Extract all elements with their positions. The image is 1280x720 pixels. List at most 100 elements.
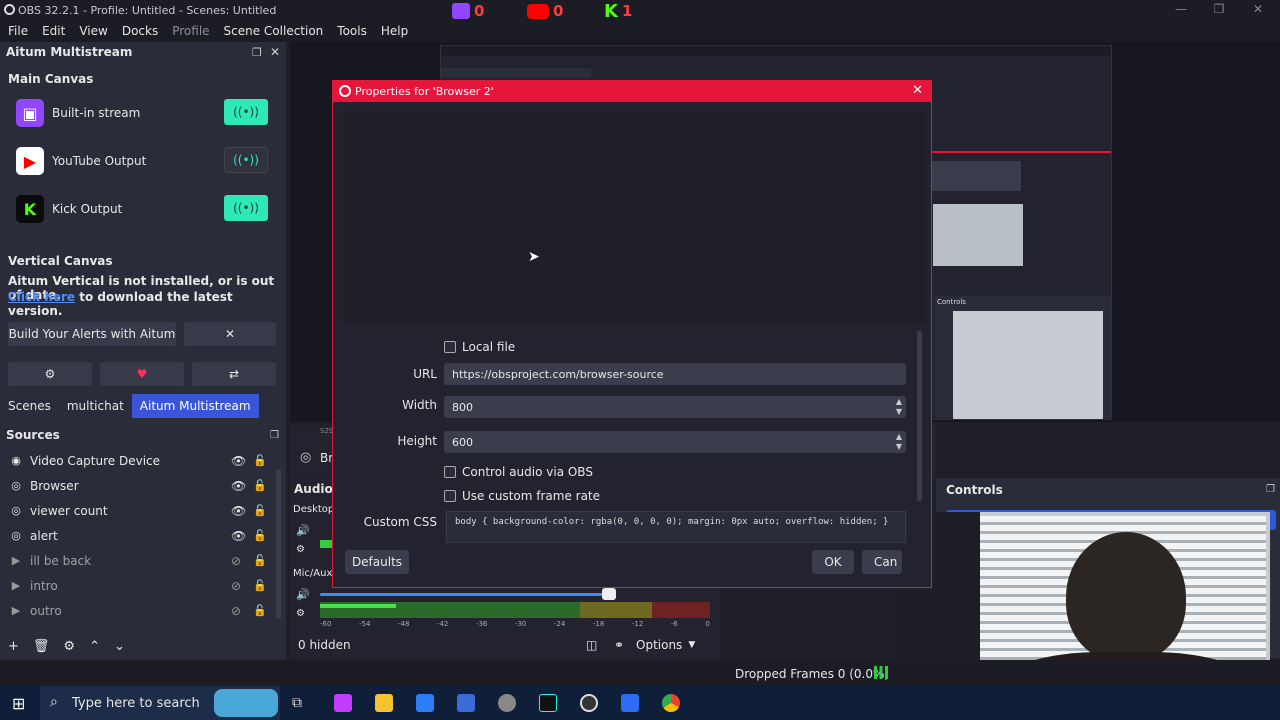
width-spinner[interactable]: ▲ ▼ [896,397,902,417]
move-down-icon[interactable]: ⌄ [114,639,125,654]
custom-frame-rate-checkbox[interactable]: Use custom frame rate [444,489,600,503]
share-button[interactable]: ⇄ [192,362,276,386]
menu-profile[interactable]: Profile [172,24,209,38]
source-name: outro [30,603,62,618]
height-spinner[interactable]: ▲ ▼ [896,432,902,452]
kick-output-toggle[interactable]: ((•)) [224,195,268,221]
dropped-frames: Dropped Frames 0 (0.0%) [735,667,890,681]
layout-icon[interactable]: ◫ [586,638,597,652]
control-audio-checkbox[interactable]: Control audio via OBS [444,465,593,479]
store-icon[interactable] [416,694,434,712]
source-item[interactable]: ▶ outro ⊘ 🔓 [0,598,280,623]
person-head [1066,532,1186,662]
windows-start-icon[interactable]: ⊞ [12,694,25,713]
local-file-checkbox[interactable]: Local file [444,340,515,354]
checkbox[interactable] [444,341,456,353]
url-input[interactable]: https://obsproject.com/browser-source [444,363,906,385]
close-icon[interactable]: ✕ [270,45,280,59]
tab-scenes[interactable]: Scenes [0,394,59,418]
move-up-icon[interactable]: ⌃ [89,639,100,654]
close-icon[interactable]: ✕ [912,83,923,98]
restore-button[interactable]: ❐ [1204,2,1234,18]
eye-icon[interactable]: 👁 [231,529,246,543]
cancel-button[interactable]: Can [862,550,902,574]
eye-hidden-icon[interactable]: ⊘ [231,579,241,593]
twitch-counter: 0 [452,2,484,20]
copilot-icon[interactable] [334,694,352,712]
menu-scene-collection[interactable]: Scene Collection [224,24,324,38]
float-icon[interactable]: ❐ [252,46,262,59]
custom-css-textarea[interactable]: body { background-color: rgba(0, 0, 0, 0… [446,511,906,543]
options-dropdown[interactable]: Options ▼ [636,635,708,655]
menu-tools[interactable]: Tools [337,24,367,38]
menu-help[interactable]: Help [381,24,408,38]
lock-icon[interactable]: 🔓 [253,504,267,517]
output-label: Kick Output [52,202,123,216]
add-icon[interactable]: + [8,639,19,654]
settings-button[interactable]: ⚙ [8,362,92,386]
defaults-button[interactable]: Defaults [345,550,409,574]
eye-icon[interactable]: 👁 [231,479,246,493]
menu-docks[interactable]: Docks [122,24,158,38]
lock-icon[interactable]: 🔓 [253,479,267,492]
eye-icon[interactable]: 👁 [231,504,246,518]
float-icon[interactable]: ❐ [270,430,279,441]
lock-icon[interactable]: 🔓 [253,604,267,617]
lock-icon[interactable]: 🔓 [253,554,267,567]
source-item[interactable]: ▶ ill be back ⊘ 🔓 [0,548,280,573]
taskbar-search[interactable]: ⌕ Type here to search [40,686,280,720]
width-input[interactable]: 800 ▲ ▼ [444,396,906,418]
file-explorer-icon[interactable] [375,694,393,712]
menu-file[interactable]: File [8,24,28,38]
lock-icon[interactable]: 🔓 [253,454,267,467]
eye-hidden-icon[interactable]: ⊘ [231,554,241,568]
mic-volume-slider[interactable] [320,593,610,596]
checkbox[interactable] [444,490,456,502]
click-here-link[interactable]: Click here [8,290,75,304]
minimize-button[interactable]: — [1166,2,1196,18]
gear-icon[interactable]: ⚙ [63,639,75,654]
source-item[interactable]: ◉ Video Capture Device 👁 🔓 [0,448,280,473]
menu-view[interactable]: View [79,24,107,38]
build-alerts-button[interactable]: Build Your Alerts with Aitum [8,322,176,346]
source-item[interactable]: ◎ viewer count 👁 🔓 [0,498,280,523]
kick-counter: K 1 [604,1,632,22]
eye-icon[interactable]: 👁 [231,454,246,468]
donate-button[interactable]: ♥ [100,362,184,386]
app-icon[interactable] [621,694,639,712]
close-window-button[interactable]: ✕ [1243,2,1273,18]
task-view-icon[interactable]: ⧉ [292,695,302,711]
eye-hidden-icon[interactable]: ⊘ [231,604,241,618]
kick-icon: K [16,195,44,223]
tab-multichat[interactable]: multichat [58,394,132,418]
menu-edit[interactable]: Edit [42,24,65,38]
source-item[interactable]: ◎ alert 👁 🔓 [0,523,280,548]
youtube-output-toggle[interactable]: ((•)) [224,147,268,173]
dialog-scrollbar[interactable] [917,331,922,501]
close-alerts-button[interactable]: ✕ [184,322,276,346]
source-item[interactable]: ◎ Browser 👁 🔓 [0,473,280,498]
settings-icon[interactable]: ⚙ [296,544,305,555]
ok-button[interactable]: OK [812,550,854,574]
speaker-icon[interactable]: 🔊 [296,588,310,601]
height-input[interactable]: 600 ▲ ▼ [444,431,906,453]
lock-icon[interactable]: 🔓 [253,529,267,542]
checkbox[interactable] [444,466,456,478]
chrome-icon[interactable] [662,694,680,712]
link-icon[interactable]: ⚭ [614,638,624,652]
share-icon: ⇄ [228,367,240,381]
lock-icon[interactable]: 🔓 [253,579,267,592]
settings-icon[interactable]: ⚙ [296,608,305,619]
sources-scrollbar[interactable] [276,469,281,619]
builtin-stream-toggle[interactable]: ((•)) [224,99,268,125]
source-item[interactable]: ▶ intro ⊘ 🔓 [0,573,280,598]
speaker-icon[interactable]: 🔊 [296,524,310,537]
mail-icon[interactable] [457,694,475,712]
app-icon[interactable] [498,694,516,712]
float-icon[interactable]: ❐ [1266,484,1275,495]
trash-icon[interactable]: 🗑 [33,639,50,654]
tiktok-icon[interactable] [539,694,557,712]
tab-aitum-multistream[interactable]: Aitum Multistream [131,394,259,418]
obs-taskbar-icon[interactable] [580,694,598,712]
volume-handle[interactable] [602,588,616,600]
